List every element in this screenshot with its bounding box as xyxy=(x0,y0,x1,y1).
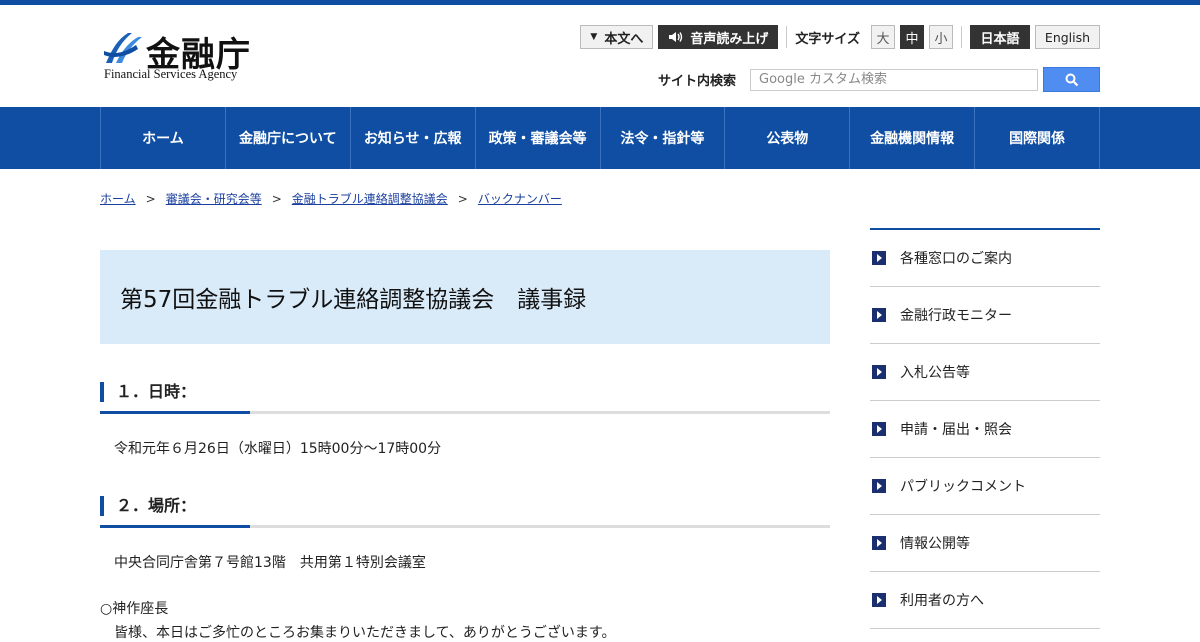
sidebar-item-label: パブリックコメント xyxy=(900,479,1026,495)
caret-down-icon: ▼ xyxy=(590,32,598,42)
nav-item-institutions[interactable]: 金融機関情報 xyxy=(850,107,976,169)
global-nav: ホーム 金融庁について お知らせ・広報 政策・審議会等 法令・指針等 公表物 金… xyxy=(0,107,1200,169)
sidebar-item-applications[interactable]: 申請・届出・照会 xyxy=(870,401,1100,458)
sidebar-item-label: 申請・届出・照会 xyxy=(900,422,1012,438)
heading-accent-bar xyxy=(100,382,104,402)
section-heading-datetime: １．日時： xyxy=(100,382,830,414)
heading-underline xyxy=(100,525,830,528)
breadcrumb: ホーム > 審議会・研究会等 > 金融トラブル連絡調整協議会 > バックナンバー xyxy=(100,190,562,207)
nav-item-home[interactable]: ホーム xyxy=(101,107,226,169)
sidebar-item-label: 利用者の方へ xyxy=(900,593,984,609)
section-body-place: 中央合同庁舎第７号館13階 共用第１特別会議室 xyxy=(114,555,426,571)
heading-accent-bar xyxy=(100,496,104,516)
read-aloud-button[interactable]: 音声読み上げ xyxy=(658,25,779,49)
sidebar-item-disclosure[interactable]: 情報公開等 xyxy=(870,515,1100,572)
search-button[interactable] xyxy=(1043,67,1100,92)
page-title: 第57回金融トラブル連絡調整協議会 議事録 xyxy=(100,250,830,344)
sidebar-item-public-comment[interactable]: パブリックコメント xyxy=(870,458,1100,515)
speaker-icon xyxy=(669,32,683,42)
sidebar-item-label: 金融行政モニター xyxy=(900,308,1012,324)
arrow-right-icon xyxy=(872,251,886,265)
fsa-logo-icon xyxy=(104,33,142,63)
arrow-right-icon xyxy=(872,593,886,607)
sidebar-item-contact[interactable]: 各種窓口のご案内 xyxy=(870,230,1100,287)
site-search: サイト内検索 xyxy=(658,67,1100,92)
section-heading-place: ２．場所： xyxy=(100,496,830,528)
section-body-datetime: 令和元年６月26日（水曜日）15時00分～17時00分 xyxy=(114,441,442,457)
site-header: 金融庁 Financial Services Agency ▼ 本文へ 音声読み… xyxy=(0,5,1200,107)
font-size-medium-button[interactable]: 中 xyxy=(900,25,924,49)
breadcrumb-separator: > xyxy=(145,191,156,206)
breadcrumb-link-home[interactable]: ホーム xyxy=(100,190,136,207)
nav-item-news[interactable]: お知らせ・広報 xyxy=(351,107,476,169)
breadcrumb-separator: > xyxy=(271,191,282,206)
arrow-right-icon xyxy=(872,308,886,322)
nav-item-laws[interactable]: 法令・指針等 xyxy=(601,107,726,169)
nav-item-international[interactable]: 国際関係 xyxy=(975,107,1100,169)
search-icon xyxy=(1065,73,1078,86)
nav-item-policy[interactable]: 政策・審議会等 xyxy=(476,107,601,169)
heading-underline xyxy=(100,411,830,414)
nav-item-publications[interactable]: 公表物 xyxy=(725,107,851,169)
site-search-label: サイト内検索 xyxy=(657,74,736,89)
sidebar-menu: 各種窓口のご案内 金融行政モニター 入札公告等 申請・届出・照会 パブリックコメ… xyxy=(870,228,1100,629)
divider xyxy=(961,26,962,48)
logo-name-en: Financial Services Agency xyxy=(104,67,238,81)
divider xyxy=(786,26,788,48)
language-japanese-button[interactable]: 日本語 xyxy=(970,25,1030,49)
breadcrumb-separator: > xyxy=(457,191,468,206)
section-heading-text: ２．場所： xyxy=(116,496,197,515)
search-input[interactable] xyxy=(750,68,1038,91)
arrow-right-icon xyxy=(872,365,886,379)
skip-to-content-label: 本文へ xyxy=(604,31,644,47)
sidebar-item-monitor[interactable]: 金融行政モニター xyxy=(870,287,1100,344)
site-logo[interactable]: 金融庁 Financial Services Agency xyxy=(102,27,272,87)
arrow-right-icon xyxy=(872,479,886,493)
breadcrumb-link-backnumber[interactable]: バックナンバー xyxy=(478,190,562,207)
breadcrumb-link-council[interactable]: 金融トラブル連絡調整協議会 xyxy=(292,190,448,207)
section-heading-text: １．日時： xyxy=(116,382,197,401)
speech-text: 皆様、本日はご多忙のところお集まりいただきまして、ありがとうございます。 xyxy=(114,625,616,641)
breadcrumb-link-councils[interactable]: 審議会・研究会等 xyxy=(166,190,262,207)
speaker-name: ○神作座長 xyxy=(100,601,169,617)
language-english-button[interactable]: English xyxy=(1035,25,1100,49)
sidebar-item-users[interactable]: 利用者の方へ xyxy=(870,572,1100,629)
utility-bar: ▼ 本文へ 音声読み上げ 文字サイズ 大 中 小 日本語 English xyxy=(580,25,1100,49)
nav-item-about[interactable]: 金融庁について xyxy=(226,107,351,169)
sidebar-item-label: 情報公開等 xyxy=(900,536,970,552)
font-size-large-button[interactable]: 大 xyxy=(871,25,895,49)
sidebar-item-label: 入札公告等 xyxy=(900,365,970,381)
font-size-small-button[interactable]: 小 xyxy=(929,25,953,49)
main-content: 第57回金融トラブル連絡調整協議会 議事録 １．日時： 令和元年６月26日（水曜… xyxy=(100,250,830,642)
arrow-right-icon xyxy=(872,536,886,550)
font-size-label: 文字サイズ xyxy=(795,31,860,47)
sidebar-item-bidding[interactable]: 入札公告等 xyxy=(870,344,1100,401)
arrow-right-icon xyxy=(872,422,886,436)
read-aloud-label: 音声読み上げ xyxy=(690,31,769,47)
skip-to-content-button[interactable]: ▼ 本文へ xyxy=(580,25,654,49)
sidebar-item-label: 各種窓口のご案内 xyxy=(900,251,1012,267)
